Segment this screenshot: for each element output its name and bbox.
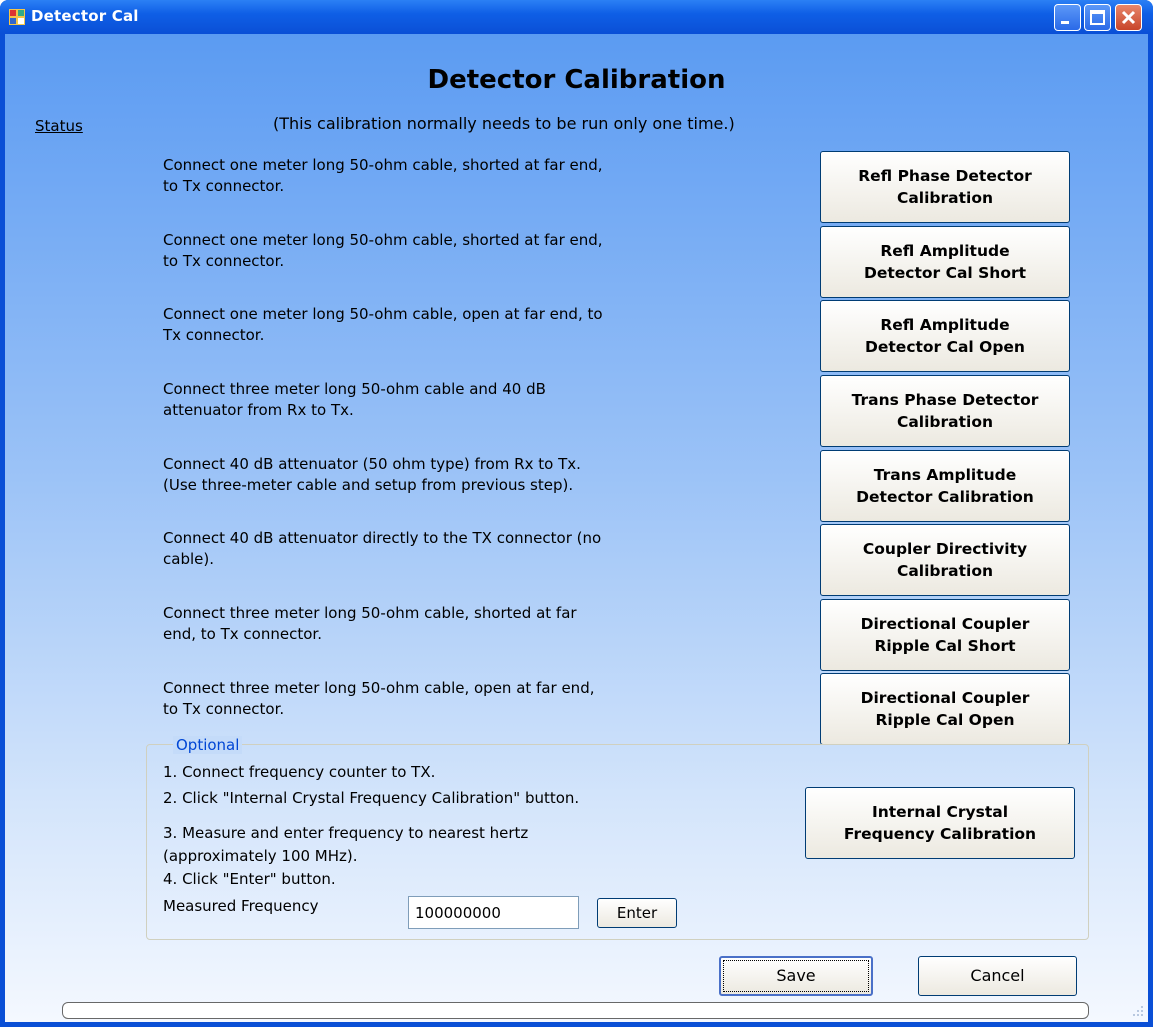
instruction-line: Connect one meter long 50-ohm cable, ope… xyxy=(163,305,603,323)
button-label: Refl Amplitude xyxy=(880,316,1010,334)
button-label: Detector Calibration xyxy=(856,488,1034,506)
optional-step-2: 2. Click "Internal Crystal Frequency Cal… xyxy=(163,789,580,807)
page-title: Detector Calibration xyxy=(427,65,726,95)
instruction-line: Connect 40 dB attenuator directly to the… xyxy=(163,529,602,547)
measured-frequency-input[interactable] xyxy=(408,896,579,929)
instruction-line: Connect three meter long 50-ohm cable an… xyxy=(163,380,546,398)
minimize-button[interactable] xyxy=(1054,4,1081,31)
progress-bar xyxy=(62,1002,1089,1019)
refl-amplitude-detector-cal-short-button[interactable]: Refl Amplitude Detector Cal Short xyxy=(820,226,1070,298)
directional-coupler-ripple-cal-short-button[interactable]: Directional Coupler Ripple Cal Short xyxy=(820,599,1070,671)
minimize-icon xyxy=(1061,21,1069,24)
button-label: Trans Amplitude xyxy=(873,466,1017,484)
directional-coupler-ripple-cal-open-button[interactable]: Directional Coupler Ripple Cal Open xyxy=(820,673,1070,745)
trans-amplitude-detector-calibration-button[interactable]: Trans Amplitude Detector Calibration xyxy=(820,450,1070,522)
instruction-line: Connect three meter long 50-ohm cable, s… xyxy=(163,604,577,622)
refl-phase-detector-calibration-button[interactable]: Refl Phase Detector Calibration xyxy=(820,151,1070,223)
refl-amplitude-detector-cal-open-button[interactable]: Refl Amplitude Detector Cal Open xyxy=(820,300,1070,372)
instruction-line: to Tx connector. xyxy=(163,252,285,270)
trans-phase-detector-calibration-button[interactable]: Trans Phase Detector Calibration xyxy=(820,375,1070,447)
button-label: Frequency Calibration xyxy=(843,825,1037,843)
app-icon xyxy=(9,9,25,25)
instruction-line: Connect 40 dB attenuator (50 ohm type) f… xyxy=(163,455,581,473)
button-label: Detector Cal Short xyxy=(863,264,1027,282)
button-label: Refl Amplitude xyxy=(880,242,1010,260)
button-label: Cancel xyxy=(970,966,1025,985)
coupler-directivity-calibration-button[interactable]: Coupler Directivity Calibration xyxy=(820,524,1070,596)
instruction-line: to Tx connector. xyxy=(163,177,285,195)
button-label: Calibration xyxy=(896,413,994,431)
window-title: Detector Cal xyxy=(31,7,139,25)
optional-step-1: 1. Connect frequency counter to TX. xyxy=(163,763,436,781)
subtitle-note: (This calibration normally needs to be r… xyxy=(273,114,735,133)
button-label: Directional Coupler xyxy=(860,615,1030,633)
button-label: Internal Crystal xyxy=(871,803,1009,821)
maximize-button[interactable] xyxy=(1084,4,1111,31)
instruction-line: Tx connector. xyxy=(163,326,265,344)
step-instruction: Connect one meter long 50-ohm cable, sho… xyxy=(163,155,803,197)
dialog-client-area: Detector Calibration Status (This calibr… xyxy=(5,34,1148,1022)
step-instruction: Connect three meter long 50-ohm cable an… xyxy=(163,379,803,421)
step-instruction: Connect 40 dB attenuator directly to the… xyxy=(163,528,803,570)
instruction-line: cable). xyxy=(163,550,214,568)
enter-button[interactable]: Enter xyxy=(597,898,677,928)
button-label: Save xyxy=(776,966,816,985)
instruction-line: to Tx connector. xyxy=(163,700,285,718)
step-instruction: Connect one meter long 50-ohm cable, ope… xyxy=(163,304,803,346)
detector-cal-window: Detector Cal Detector Calibration Status… xyxy=(0,0,1153,1027)
maximize-icon xyxy=(1090,10,1105,25)
button-label: Trans Phase Detector xyxy=(851,391,1039,409)
instruction-line: Connect one meter long 50-ohm cable, sho… xyxy=(163,231,603,249)
instruction-line: Connect one meter long 50-ohm cable, sho… xyxy=(163,156,603,174)
button-label: Calibration xyxy=(896,562,994,580)
close-icon xyxy=(1121,10,1136,25)
step-instruction: Connect three meter long 50-ohm cable, s… xyxy=(163,603,803,645)
button-label: Enter xyxy=(616,904,658,922)
resize-grip-icon[interactable] xyxy=(1127,1000,1145,1018)
step-instruction: Connect 40 dB attenuator (50 ohm type) f… xyxy=(163,454,803,496)
step-instruction: Connect one meter long 50-ohm cable, sho… xyxy=(163,230,803,272)
button-label: Ripple Cal Short xyxy=(874,637,1016,655)
status-link[interactable]: Status xyxy=(35,117,83,135)
save-button[interactable]: Save xyxy=(719,956,873,996)
instruction-line: end, to Tx connector. xyxy=(163,625,322,643)
close-button[interactable] xyxy=(1115,4,1142,31)
measured-frequency-label: Measured Frequency xyxy=(163,897,319,915)
button-label: Detector Cal Open xyxy=(865,338,1025,356)
instruction-line: attenuator from Rx to Tx. xyxy=(163,401,354,419)
instruction-line: (Use three-meter cable and setup from pr… xyxy=(163,476,574,494)
button-label: Coupler Directivity xyxy=(862,540,1028,558)
instruction-line: Connect three meter long 50-ohm cable, o… xyxy=(163,679,595,697)
step-instruction: Connect three meter long 50-ohm cable, o… xyxy=(163,678,803,720)
optional-step-3: 3. Measure and enter frequency to neares… xyxy=(163,824,529,842)
button-label: Refl Phase Detector xyxy=(858,167,1032,185)
button-label: Calibration xyxy=(896,189,994,207)
internal-crystal-frequency-calibration-button[interactable]: Internal Crystal Frequency Calibration xyxy=(805,787,1075,859)
title-bar[interactable]: Detector Cal xyxy=(0,0,1153,34)
cancel-button[interactable]: Cancel xyxy=(918,956,1077,996)
optional-group-legend: Optional xyxy=(173,736,243,754)
optional-step-4: 4. Click "Enter" button. xyxy=(163,870,336,888)
optional-step-3-cont: (approximately 100 MHz). xyxy=(163,847,358,865)
button-label: Ripple Cal Open xyxy=(875,711,1015,729)
button-label: Directional Coupler xyxy=(860,689,1030,707)
